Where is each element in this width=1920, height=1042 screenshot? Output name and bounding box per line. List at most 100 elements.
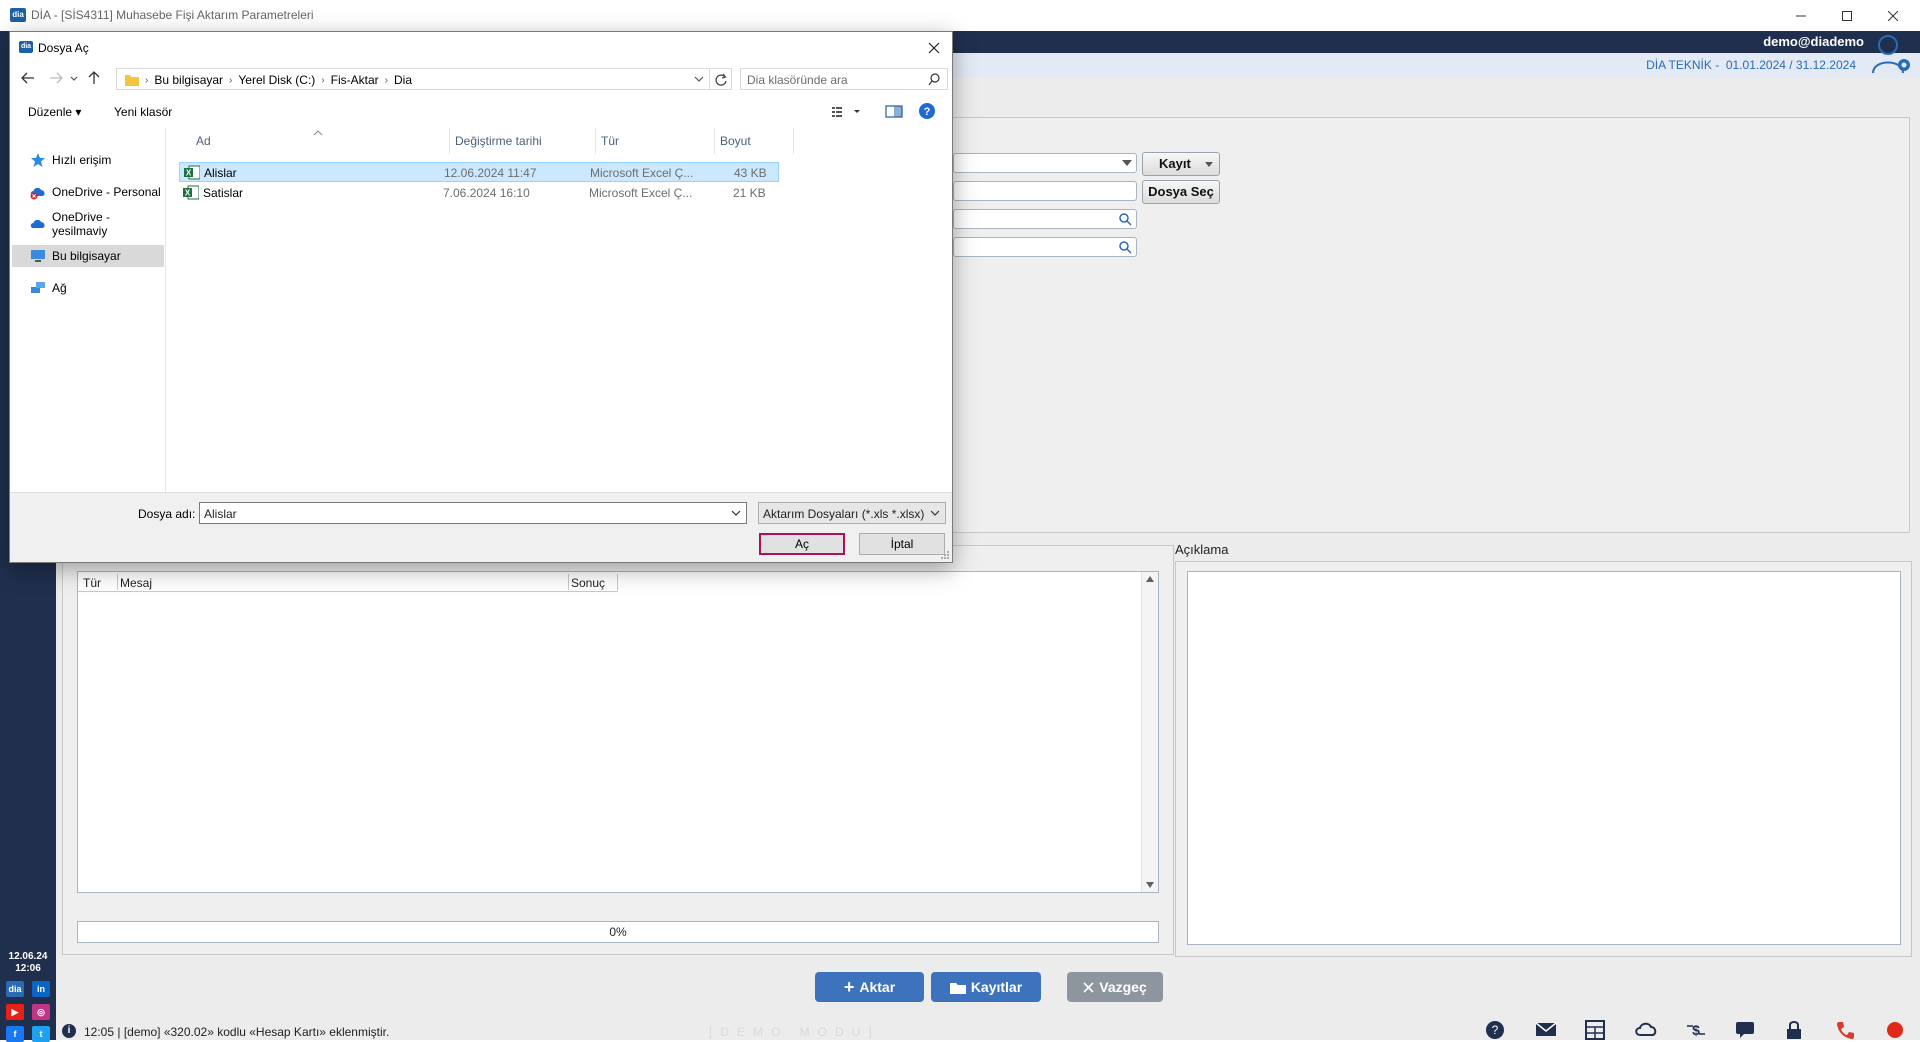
file-size: 21 KB [733, 186, 766, 200]
file-row[interactable]: X Alislar 12.06.2024 11:47 Microsoft Exc… [179, 162, 779, 182]
up-button[interactable] [84, 68, 104, 88]
folder-search-input[interactable]: Dia klasöründe ara [740, 68, 948, 90]
transfer-button[interactable]: + Aktar [815, 972, 924, 1002]
help-icon[interactable]: ? [1485, 1020, 1507, 1040]
resize-grip-icon [941, 551, 949, 559]
nav-item-onedrive-business[interactable]: OneDrive - yesilmaviy [12, 210, 164, 238]
dialog-title: Dosya Aç [38, 41, 89, 55]
column-type[interactable]: Tür [601, 128, 619, 154]
file-type: Microsoft Excel Ç... [590, 166, 694, 180]
arrow-left-icon [21, 72, 34, 84]
dialog-cancel-button[interactable]: İptal [859, 533, 945, 555]
view-options-button[interactable] [830, 100, 866, 122]
linkedin-icon[interactable]: in [32, 981, 50, 997]
currency-exchange-icon[interactable]: $ [1685, 1020, 1707, 1040]
dialog-close-button[interactable] [924, 38, 944, 58]
select-file-button[interactable]: Dosya Seç [1142, 180, 1220, 204]
minimize-button[interactable] [1778, 0, 1824, 31]
user-settings-icon[interactable] [1868, 31, 1914, 77]
nav-item-quick-access[interactable]: Hızlı erişim [12, 149, 164, 171]
refresh-icon [715, 73, 727, 86]
address-bar[interactable]: › Bu bilgisayar › Yerel Disk (C:) › Fis-… [116, 68, 710, 90]
app-logo: dia [10, 8, 26, 22]
chevron-down-icon [1122, 160, 1132, 166]
user-name[interactable]: demo@diademo [1763, 34, 1864, 49]
open-button[interactable]: Aç [759, 533, 845, 555]
back-button[interactable] [18, 68, 38, 88]
mail-icon[interactable] [1535, 1020, 1557, 1040]
column-name[interactable]: Ad [196, 128, 211, 154]
nav-label: OneDrive - yesilmaviy [52, 210, 111, 238]
minimize-icon [1796, 15, 1806, 16]
description-textarea[interactable] [1187, 571, 1901, 945]
transfer-button-label: Aktar [859, 979, 896, 995]
nav-item-network[interactable]: Ağ [12, 277, 164, 299]
youtube-icon[interactable]: ▶ [6, 1004, 24, 1020]
breadcrumb-item[interactable]: Yerel Disk (C:) [238, 73, 315, 87]
onedrive-error-icon [30, 187, 45, 200]
messages-grid[interactable]: Tür Mesaj Sonuç [77, 571, 1159, 893]
chat-icon[interactable] [1735, 1020, 1757, 1040]
file-date: 12.06.2024 11:47 [444, 166, 537, 180]
preview-pane-button[interactable] [883, 100, 905, 122]
period-info[interactable]: DİA TEKNİK - 01.01.2024 / 31.12.2024 [1646, 58, 1856, 72]
cancel-button[interactable]: Vazgeç [1067, 972, 1163, 1002]
close-window-button[interactable] [1870, 0, 1916, 31]
status-message: 12:05 | [demo] «320.02» kodlu «Hesap Kar… [84, 1025, 390, 1039]
organize-menu[interactable]: Düzenle ▾ [28, 105, 81, 119]
column-type[interactable]: Tür [83, 576, 101, 590]
calculator-icon[interactable] [1585, 1020, 1607, 1040]
file-path-field[interactable] [953, 181, 1137, 201]
breadcrumb-item[interactable]: Bu bilgisayar [154, 73, 223, 87]
nav-item-onedrive-personal[interactable]: OneDrive - Personal [12, 181, 164, 203]
maximize-button[interactable] [1824, 0, 1870, 31]
new-folder-button[interactable]: Yeni klasör [114, 105, 172, 119]
filename-input[interactable]: Alislar [199, 502, 747, 524]
record-button[interactable]: Kayıt [1142, 152, 1220, 176]
vertical-scrollbar[interactable] [1141, 572, 1158, 892]
cloud-sync-icon[interactable] [1635, 1020, 1657, 1040]
dia-social-icon[interactable]: dia [6, 981, 24, 997]
refresh-button[interactable] [710, 68, 732, 90]
breadcrumb-item[interactable]: Dia [394, 73, 412, 87]
column-divider [595, 128, 596, 154]
record-select[interactable] [953, 153, 1137, 173]
filename-value: Alislar [204, 507, 237, 521]
chevron-down-icon [731, 510, 741, 516]
column-divider [117, 574, 118, 590]
dialog-app-icon: dia [19, 41, 33, 53]
cancel-button-label: Vazgeç [1099, 979, 1147, 995]
column-date-modified[interactable]: Değiştirme tarihi [455, 128, 542, 154]
forward-button[interactable] [46, 68, 66, 88]
help-button[interactable]: ? [916, 100, 938, 122]
excel-file-icon: X [184, 165, 200, 180]
file-name: Alislar [204, 166, 237, 180]
breadcrumb-item[interactable]: Fis-Aktar [331, 73, 379, 87]
file-date: 7.06.2024 16:10 [443, 186, 530, 200]
preview-pane-icon [885, 105, 903, 118]
close-icon [928, 42, 940, 54]
file-row[interactable]: X Satislar 7.06.2024 16:10 Microsoft Exc… [179, 183, 779, 203]
record-status-icon[interactable] [1885, 1020, 1907, 1040]
lookup-field-1[interactable] [953, 209, 1137, 229]
instagram-icon[interactable]: ◎ [32, 1004, 50, 1020]
column-size[interactable]: Boyut [720, 128, 751, 154]
recent-locations-button[interactable] [68, 68, 80, 88]
command-bar: Düzenle ▾ Yeni klasör [10, 96, 952, 126]
search-icon [1119, 241, 1132, 254]
records-button[interactable]: Kayıtlar [931, 972, 1041, 1002]
window-title: DİA - [SİS4311] Muhasebe Fişi Aktarım Pa… [31, 8, 314, 22]
computer-icon [31, 250, 45, 262]
close-icon [1888, 10, 1898, 21]
svg-text:?: ? [924, 106, 931, 118]
nav-item-this-pc[interactable]: Bu bilgisayar [12, 245, 164, 267]
file-type-select[interactable]: Aktarım Dosyaları (*.xls *.xlsx) [758, 502, 946, 524]
column-message[interactable]: Mesaj [120, 576, 152, 590]
lock-icon[interactable] [1785, 1020, 1807, 1040]
phone-icon[interactable] [1835, 1020, 1857, 1040]
scroll-down-icon [1146, 882, 1154, 888]
column-result[interactable]: Sonuç [571, 576, 605, 590]
period-range: 01.01.2024 / 31.12.2024 [1725, 58, 1856, 72]
lookup-field-2[interactable] [953, 237, 1137, 257]
column-divider [568, 574, 569, 590]
